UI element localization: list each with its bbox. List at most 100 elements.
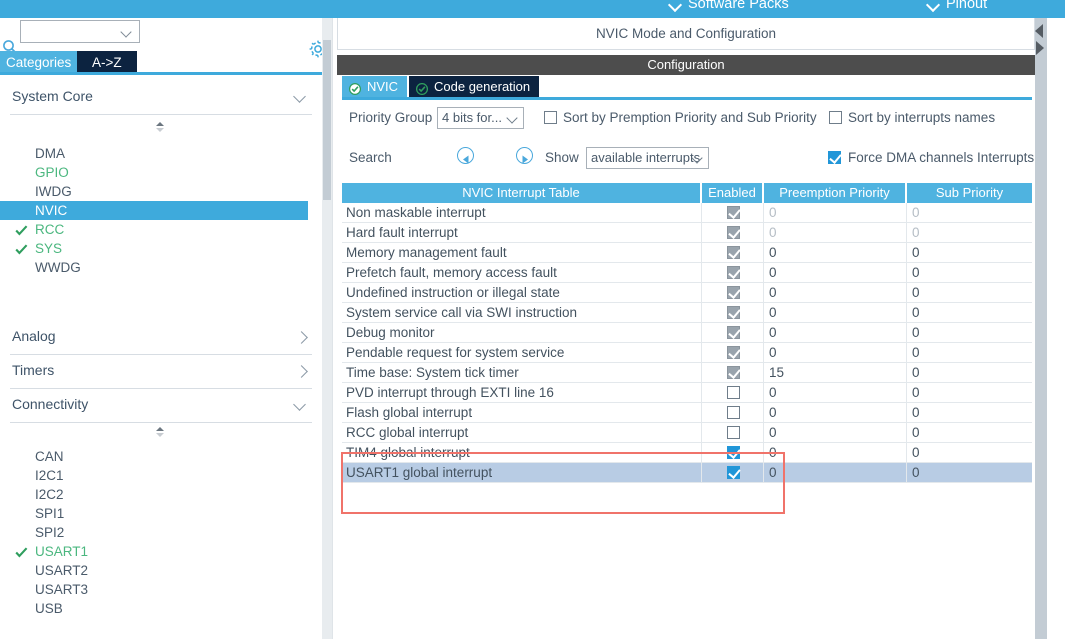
force-dma-checkbox[interactable] xyxy=(828,151,841,164)
sidebar-scrollbar-thumb[interactable] xyxy=(323,40,331,200)
sub-priority-cell[interactable]: 0 xyxy=(907,363,1032,382)
preemption-priority-cell[interactable]: 0 xyxy=(764,283,907,302)
sort-names-checkbox[interactable] xyxy=(829,111,842,124)
group-system-core[interactable]: System Core xyxy=(10,81,312,115)
column-header-sub[interactable]: Sub Priority xyxy=(907,183,1032,203)
sort-premption-checkbox[interactable] xyxy=(544,111,557,124)
table-row[interactable]: Hard fault interrupt 0 0 xyxy=(342,223,1032,243)
sidebar-item-spi2[interactable]: SPI2 xyxy=(0,523,310,542)
table-row[interactable]: PVD interrupt through EXTI line 16 0 0 xyxy=(342,383,1032,403)
enabled-cell[interactable] xyxy=(702,423,764,442)
table-row[interactable]: RCC global interrupt 0 0 xyxy=(342,423,1032,443)
enabled-cell[interactable] xyxy=(702,283,764,302)
sidebar-item-usart3[interactable]: USART3 xyxy=(0,580,310,599)
panel-splitter[interactable] xyxy=(1035,18,1047,639)
table-row[interactable]: Time base: System tick timer 15 0 xyxy=(342,363,1032,383)
preemption-priority-cell[interactable]: 0 xyxy=(764,243,907,262)
table-row[interactable]: USART1 global interrupt 0 0 xyxy=(342,463,1032,483)
group-connectivity[interactable]: Connectivity xyxy=(10,389,312,423)
preemption-priority-cell[interactable]: 0 xyxy=(764,323,907,342)
preemption-priority-cell[interactable]: 0 xyxy=(764,443,907,462)
enabled-cell[interactable] xyxy=(702,243,764,262)
splitter-collapse-arrows[interactable] xyxy=(1032,22,1046,62)
enabled-cell[interactable] xyxy=(702,463,764,482)
enabled-cell[interactable] xyxy=(702,223,764,242)
preemption-priority-cell[interactable]: 0 xyxy=(764,223,907,242)
enabled-cell[interactable] xyxy=(702,303,764,322)
tab-a-to-z[interactable]: A->Z xyxy=(77,51,137,72)
enabled-cell[interactable] xyxy=(702,343,764,362)
sidebar-item-dma[interactable]: DMA xyxy=(0,144,310,163)
priority-group-select[interactable]: 4 bits for... xyxy=(437,107,524,129)
search-prev-button[interactable] xyxy=(457,147,474,164)
sidebar-item-usb[interactable]: USB xyxy=(0,599,310,618)
enabled-checkbox[interactable] xyxy=(727,406,740,419)
table-row[interactable]: Debug monitor 0 0 xyxy=(342,323,1032,343)
sub-priority-cell[interactable]: 0 xyxy=(907,303,1032,322)
sidebar-item-gpio[interactable]: GPIO xyxy=(0,163,310,182)
column-header-preemption[interactable]: Preemption Priority xyxy=(764,183,907,203)
enabled-cell[interactable] xyxy=(702,263,764,282)
enabled-checkbox[interactable] xyxy=(727,446,740,459)
sub-priority-cell[interactable]: 0 xyxy=(907,223,1032,242)
preemption-priority-cell[interactable]: 0 xyxy=(764,463,907,482)
table-row[interactable]: TIM4 global interrupt 0 0 xyxy=(342,443,1032,463)
sub-priority-cell[interactable]: 0 xyxy=(907,203,1032,222)
show-select[interactable]: available interrupts xyxy=(586,147,709,169)
enabled-cell[interactable] xyxy=(702,323,764,342)
enabled-cell[interactable] xyxy=(702,443,764,462)
sidebar-scrollbar[interactable] xyxy=(322,18,332,639)
preemption-priority-cell[interactable]: 0 xyxy=(764,343,907,362)
table-row[interactable]: Flash global interrupt 0 0 xyxy=(342,403,1032,423)
enabled-cell[interactable] xyxy=(702,363,764,382)
sidebar-item-i2c1[interactable]: I2C1 xyxy=(0,466,310,485)
tab-categories[interactable]: Categories xyxy=(0,51,83,72)
preemption-priority-cell[interactable]: 0 xyxy=(764,303,907,322)
preemption-priority-cell[interactable]: 0 xyxy=(764,383,907,402)
sidebar-item-rcc[interactable]: RCC xyxy=(0,220,310,239)
group-timers[interactable]: Timers xyxy=(10,355,312,389)
sidebar-item-usart1[interactable]: USART1 xyxy=(0,542,310,561)
sidebar-item-wwdg[interactable]: WWDG xyxy=(0,258,310,277)
sidebar-item-i2c2[interactable]: I2C2 xyxy=(0,485,310,504)
sub-priority-cell[interactable]: 0 xyxy=(907,343,1032,362)
column-header-name[interactable]: NVIC Interrupt Table xyxy=(342,183,702,203)
sub-priority-cell[interactable]: 0 xyxy=(907,243,1032,262)
sub-priority-cell[interactable]: 0 xyxy=(907,463,1032,482)
search-next-button[interactable] xyxy=(516,147,533,164)
group-analog[interactable]: Analog xyxy=(10,321,312,355)
preemption-priority-cell[interactable]: 15 xyxy=(764,363,907,382)
enabled-checkbox[interactable] xyxy=(727,466,740,479)
tab-code-generation[interactable]: Code generation xyxy=(409,76,540,97)
search-input[interactable] xyxy=(20,20,140,43)
table-row[interactable]: System service call via SWI instruction 0… xyxy=(342,303,1032,323)
sub-priority-cell[interactable]: 0 xyxy=(907,403,1032,422)
menu-software-packs[interactable]: Software Packs xyxy=(670,0,789,12)
enabled-cell[interactable] xyxy=(702,383,764,402)
table-row[interactable]: Memory management fault 0 0 xyxy=(342,243,1032,263)
enabled-checkbox[interactable] xyxy=(727,386,740,399)
enabled-checkbox[interactable] xyxy=(727,426,740,439)
sub-priority-cell[interactable]: 0 xyxy=(907,443,1032,462)
tab-nvic[interactable]: NVIC xyxy=(342,76,408,97)
sidebar-item-usart2[interactable]: USART2 xyxy=(0,561,310,580)
preemption-priority-cell[interactable]: 0 xyxy=(764,203,907,222)
sub-priority-cell[interactable]: 0 xyxy=(907,383,1032,402)
table-row[interactable]: Pendable request for system service 0 0 xyxy=(342,343,1032,363)
sidebar-item-sys[interactable]: SYS xyxy=(0,239,310,258)
preemption-priority-cell[interactable]: 0 xyxy=(764,423,907,442)
table-row[interactable]: Prefetch fault, memory access fault 0 0 xyxy=(342,263,1032,283)
preemption-priority-cell[interactable]: 0 xyxy=(764,263,907,282)
sidebar-item-can[interactable]: CAN xyxy=(0,447,310,466)
preemption-priority-cell[interactable]: 0 xyxy=(764,403,907,422)
sub-priority-cell[interactable]: 0 xyxy=(907,263,1032,282)
sub-priority-cell[interactable]: 0 xyxy=(907,323,1032,342)
sidebar-item-nvic[interactable]: NVIC xyxy=(0,201,308,220)
table-row[interactable]: Non maskable interrupt 0 0 xyxy=(342,203,1032,223)
scroll-updown-indicator[interactable] xyxy=(153,121,167,133)
enabled-cell[interactable] xyxy=(702,403,764,422)
sub-priority-cell[interactable]: 0 xyxy=(907,423,1032,442)
enabled-cell[interactable] xyxy=(702,203,764,222)
scroll-updown-indicator[interactable] xyxy=(153,426,167,438)
sidebar-item-spi1[interactable]: SPI1 xyxy=(0,504,310,523)
